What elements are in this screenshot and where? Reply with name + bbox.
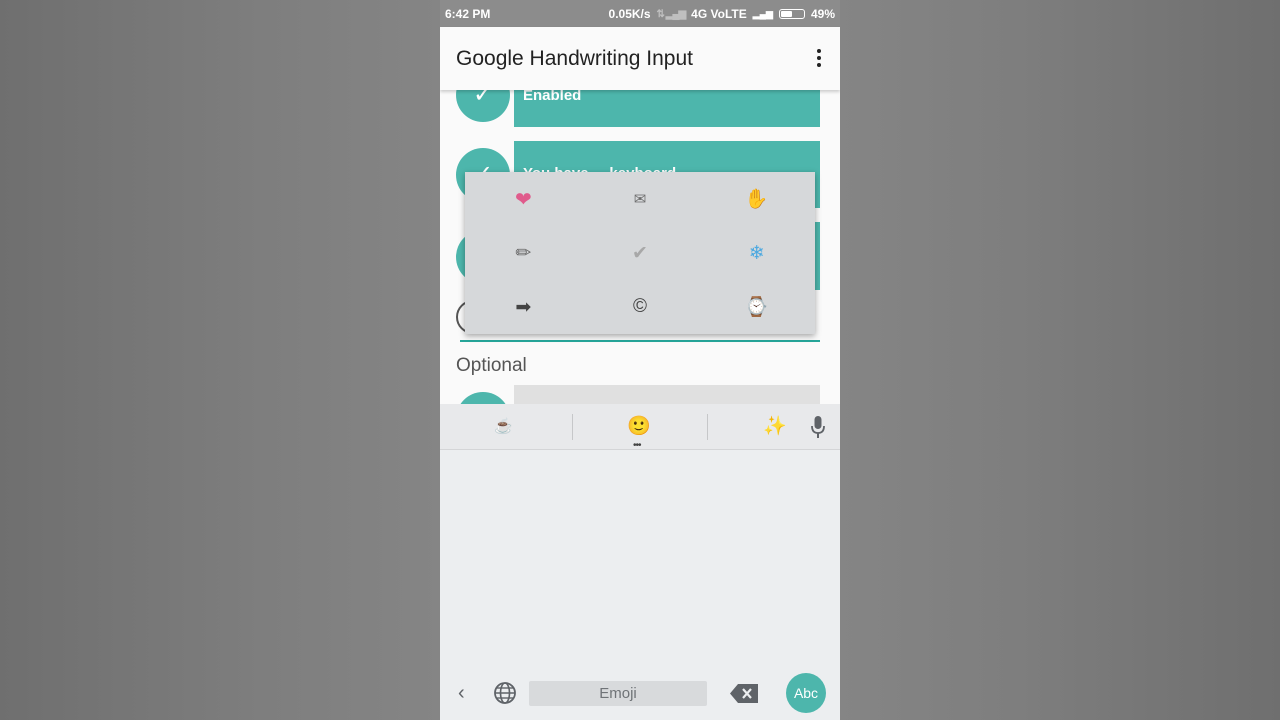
background-left: [0, 0, 440, 720]
emoji-check-icon[interactable]: ✔: [582, 226, 699, 280]
emoji-envelope-icon[interactable]: ✉: [582, 172, 699, 226]
phone-screen: 6:42 PM 0.05K/s ⇅ ▂▄▆ 4G VoLTE ▂▄▆ 49% G…: [440, 0, 840, 720]
data-arrows-icon: ⇅ ▂▄▆: [656, 8, 687, 20]
emoji-copyright-icon[interactable]: ©: [582, 280, 699, 334]
emoji-popup: ❤ ✉ ✋ ✏ ✔ ❄ ➡ © ⌚: [465, 172, 815, 334]
battery-icon: [778, 9, 805, 19]
keyboard-bottom-row: ‹ Emoji Abc: [440, 668, 840, 720]
emoji-heart-icon[interactable]: ❤: [465, 172, 582, 226]
app-title: Google Handwriting Input: [456, 47, 693, 70]
status-network: 4G VoLTE: [691, 7, 747, 21]
category-sparkles-icon[interactable]: ✨: [763, 414, 787, 438]
status-speed: 0.05K/s: [608, 7, 651, 21]
category-divider: [572, 414, 573, 440]
step1-check-icon: ✓: [456, 90, 510, 122]
background-right: [840, 0, 1280, 720]
chevron-left-icon[interactable]: ‹: [458, 682, 465, 705]
backspace-icon[interactable]: [730, 684, 758, 703]
emoji-space-bar[interactable]: Emoji: [529, 681, 707, 706]
signal-icon: ▂▄▆: [752, 8, 773, 19]
status-right: 0.05K/s ⇅ ▂▄▆ 4G VoLTE ▂▄▆ 49%: [609, 7, 835, 21]
microphone-icon[interactable]: [811, 416, 825, 438]
optional-step-icon: [456, 392, 510, 404]
category-coffee-icon[interactable]: ☕: [494, 417, 513, 435]
status-bar: 6:42 PM 0.05K/s ⇅ ▂▄▆ 4G VoLTE ▂▄▆ 49%: [440, 0, 840, 27]
abc-mode-button[interactable]: Abc: [786, 673, 826, 713]
emoji-arrow-right-icon[interactable]: ➡: [465, 280, 582, 334]
emoji-pencil-icon[interactable]: ✏: [465, 226, 582, 280]
emoji-snowflake-icon[interactable]: ❄: [698, 226, 815, 280]
step1-card[interactable]: Enabled: [514, 90, 820, 127]
emoji-watch-icon[interactable]: ⌚: [698, 280, 815, 334]
status-time: 6:42 PM: [445, 7, 491, 21]
input-underline: [460, 340, 820, 342]
globe-icon[interactable]: [493, 681, 517, 705]
overflow-menu-icon[interactable]: [812, 49, 826, 69]
optional-heading: Optional: [456, 355, 527, 376]
emoji-raised-hand-icon[interactable]: ✋: [698, 172, 815, 226]
emoji-category-bar: ☕ 🙂 ••• ✨: [440, 404, 840, 451]
app-bar: Google Handwriting Input: [440, 27, 840, 90]
status-battery: 49%: [810, 7, 835, 21]
step1-label: Enabled: [523, 90, 582, 104]
category-smiley-icon[interactable]: 🙂: [627, 414, 651, 438]
category-divider: [707, 414, 708, 440]
optional-card[interactable]: [514, 385, 820, 404]
